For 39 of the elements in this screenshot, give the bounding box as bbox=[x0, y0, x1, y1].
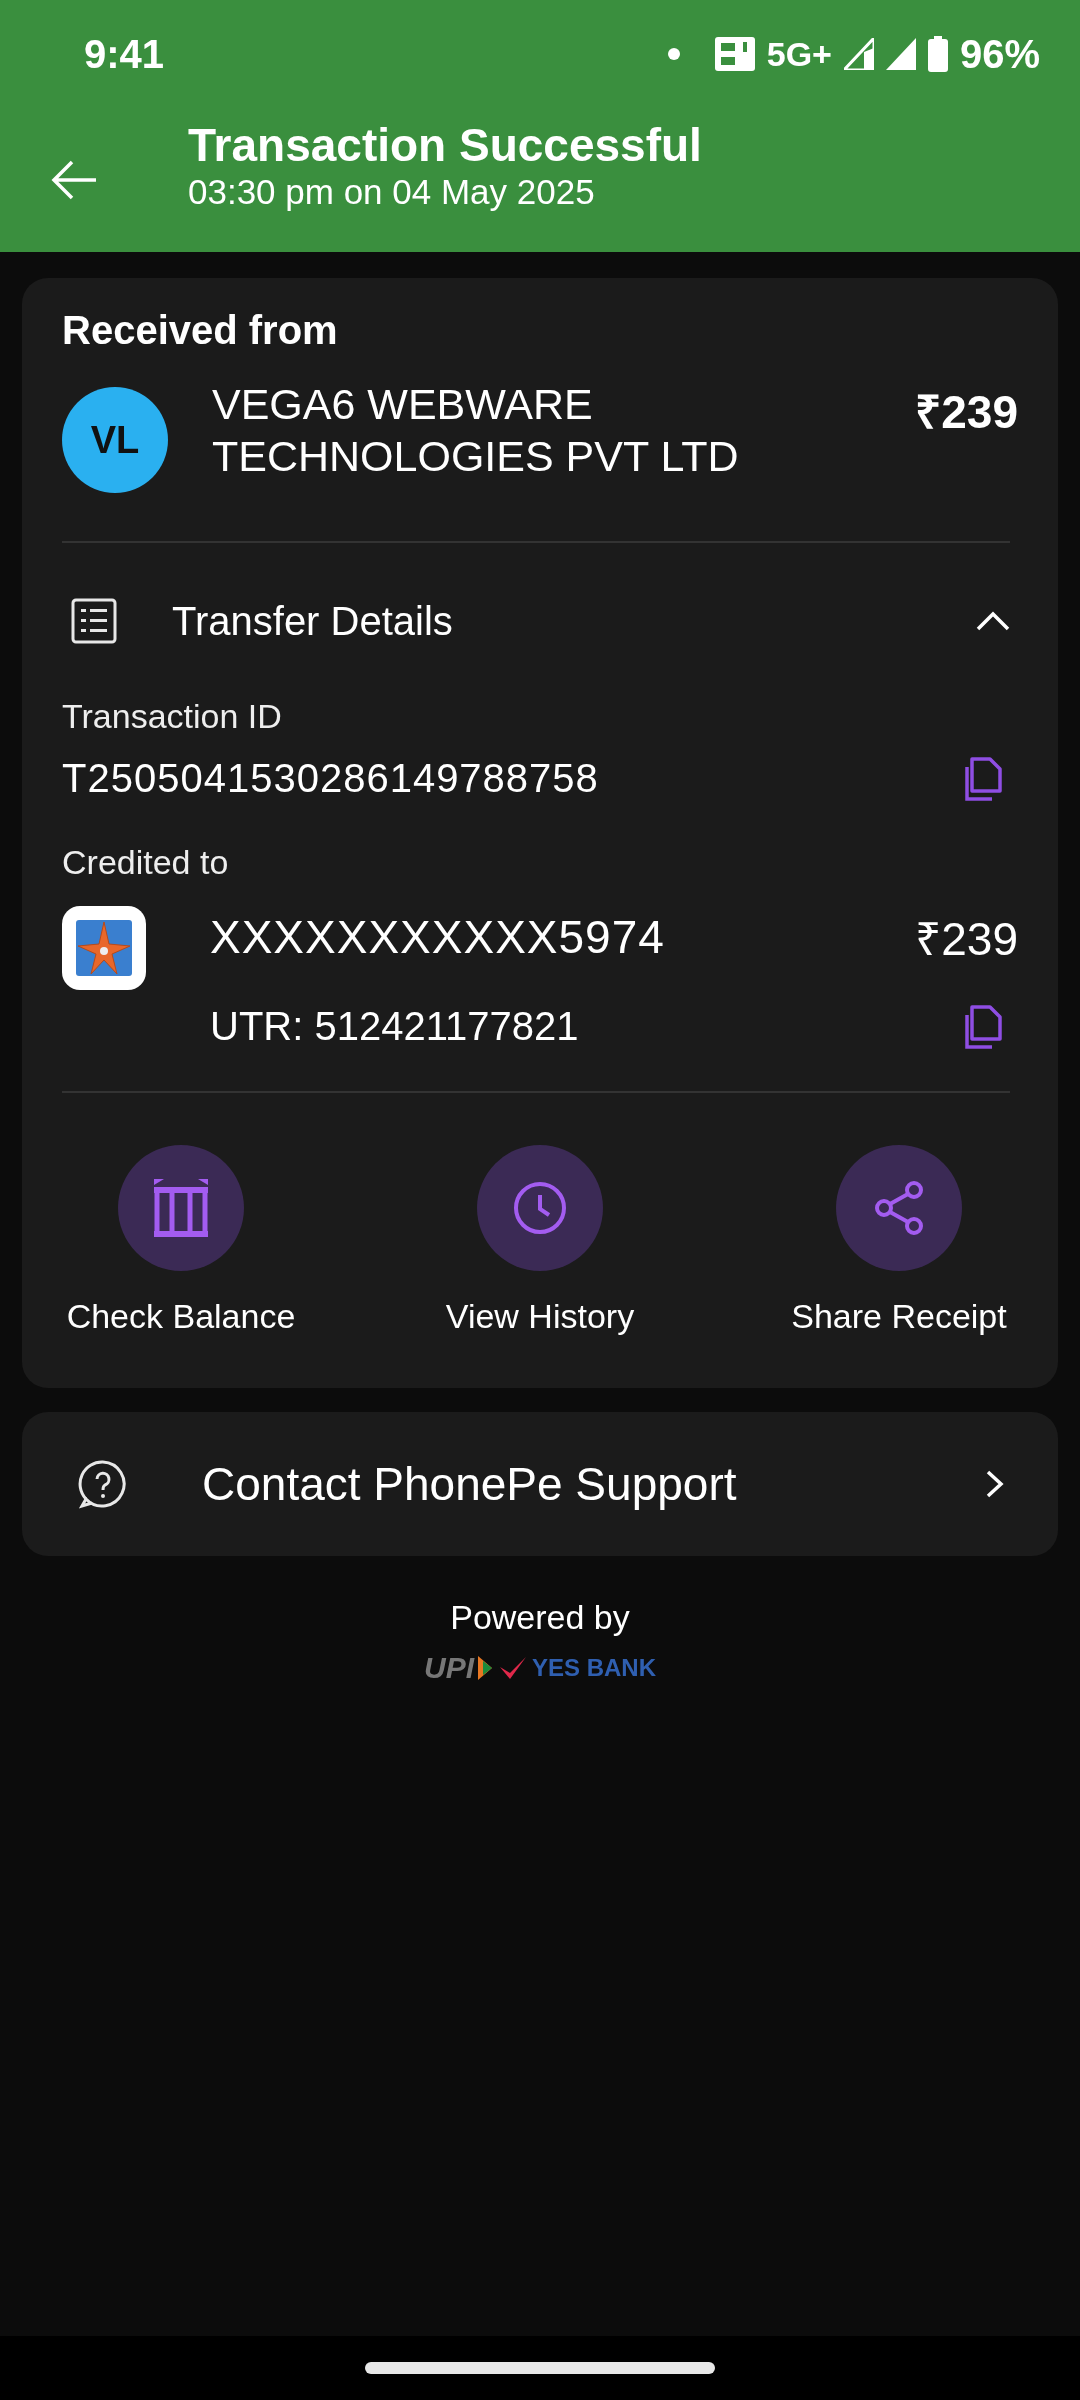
powered-by-text: Powered by bbox=[450, 1598, 630, 1637]
vonr-icon bbox=[714, 37, 755, 71]
utr-number: UTR: 512421177821 bbox=[210, 1004, 579, 1049]
payer-avatar: VL bbox=[62, 387, 168, 493]
receipt-icon bbox=[70, 597, 118, 645]
field-label: Credited to bbox=[62, 843, 230, 882]
transaction-id: T2505041530286149788758 bbox=[62, 756, 599, 801]
copy-button[interactable] bbox=[964, 1004, 1004, 1049]
back-button[interactable] bbox=[50, 160, 98, 200]
clock-icon bbox=[513, 1181, 567, 1235]
signal-icon bbox=[843, 38, 874, 70]
amount: ₹239 bbox=[915, 385, 1018, 440]
section-heading: Received from bbox=[62, 308, 339, 353]
action-button[interactable]: Share Receipt bbox=[764, 1145, 1034, 1336]
share-icon bbox=[874, 1181, 924, 1235]
field-label: Transaction ID bbox=[62, 697, 283, 736]
bank-logo-icon bbox=[62, 906, 146, 990]
upi-logo: UPI bbox=[423, 1651, 474, 1685]
action-button[interactable]: Check Balance bbox=[46, 1145, 316, 1336]
copy-button[interactable] bbox=[964, 756, 1004, 801]
payer-name: VEGA6 WEBWARE TECHNOLOGIES PVT LTD bbox=[212, 379, 740, 482]
status-time: 9:41 bbox=[84, 31, 165, 77]
support-button[interactable]: Contact PhonePe Support bbox=[22, 1412, 1058, 1556]
transaction-time: 03:30 pm on 04 May 2025 bbox=[188, 172, 596, 213]
chevron-right-icon bbox=[984, 1469, 1006, 1499]
collapse-button[interactable] bbox=[976, 611, 1010, 631]
network-type: 5G+ bbox=[766, 34, 832, 74]
account-number: XXXXXXXXXXX5974 bbox=[210, 910, 665, 964]
help-icon bbox=[78, 1459, 128, 1509]
battery-level: 96% bbox=[959, 31, 1040, 77]
bank-logo: YES BANK bbox=[532, 1654, 656, 1682]
section-title: Transfer Details bbox=[172, 598, 454, 644]
battery-icon bbox=[927, 36, 948, 72]
signal-icon bbox=[885, 38, 916, 70]
action-button[interactable]: View History bbox=[405, 1145, 675, 1336]
notification-dot-icon bbox=[666, 47, 681, 61]
upi-arrow-icon bbox=[478, 1656, 494, 1680]
amount: ₹239 bbox=[915, 912, 1018, 967]
screen-title: Transaction Successful bbox=[188, 119, 702, 173]
